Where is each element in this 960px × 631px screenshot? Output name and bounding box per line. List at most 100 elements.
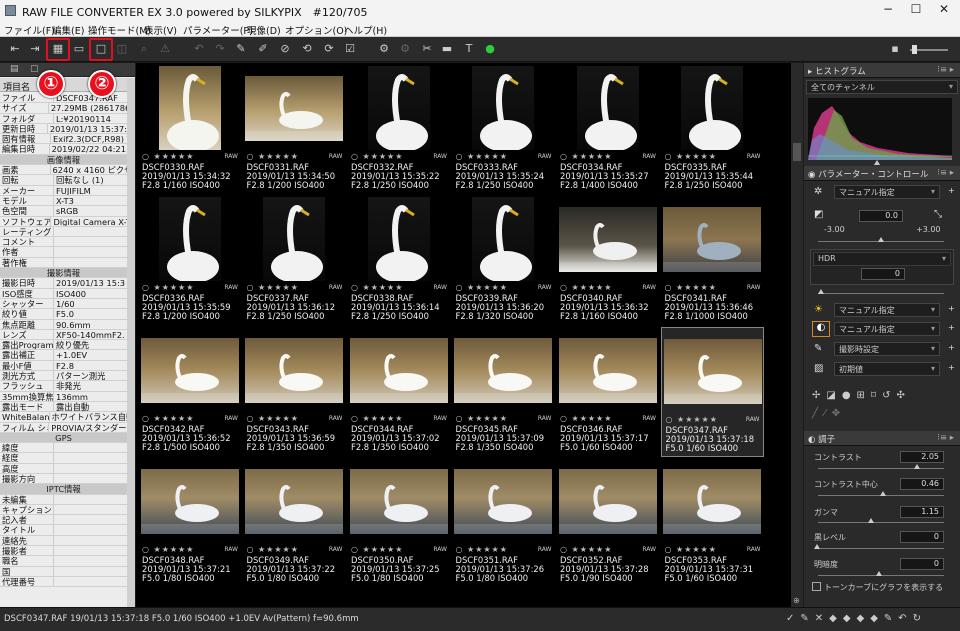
thumbnail-cell[interactable]: ○ ★★★★★ RAW DSCF0351.RAF 2019/01/13 15:37:2… <box>452 458 555 588</box>
gamma-knob[interactable] <box>868 518 874 523</box>
thumbnail-cell[interactable]: ○ ★★★★★ RAW DSCF0340.RAF 2019/01/13 15:36:3… <box>556 196 659 326</box>
gamma-value[interactable]: 1.15 <box>900 506 944 518</box>
exif-row[interactable]: 撮影方向 <box>0 473 127 485</box>
thumbnail-cell[interactable]: ○ ★★★★★ RAW DSCF0336.RAF 2019/01/13 15:35:5… <box>138 196 241 326</box>
thumbnail-cell[interactable]: ○ ★★★★★ RAW DSCF0339.RAF 2019/01/13 15:36:2… <box>452 196 555 326</box>
mark-icon[interactable]: ☑ <box>343 42 357 56</box>
exif-row[interactable]: 編集日時 2019/02/22 04:21:5 <box>0 144 127 155</box>
exif-section-header[interactable]: 画像情報 <box>0 154 127 166</box>
contrast-center-value[interactable]: 0.46 <box>900 478 944 490</box>
tool-icons-row[interactable]: ✢◪●⊞⌑↺✣ <box>812 390 958 404</box>
thumbnail-cell[interactable]: ○ ★★★★★ RAW DSCF0331.RAF 2019/01/13 15:34:5… <box>243 65 346 195</box>
exif-row[interactable]: 更新日時2019/01/13 15:37:18 <box>0 123 127 135</box>
batch-develop-icon[interactable]: ⚙ <box>398 42 412 56</box>
undo-icon[interactable]: ↶ <box>192 42 206 56</box>
nr-plus-icon[interactable]: + <box>948 363 955 372</box>
maximize-button[interactable]: ☐ <box>902 2 930 19</box>
rotate-left-icon[interactable]: ⟲ <box>300 42 314 56</box>
thumb-size-knob[interactable] <box>912 45 917 54</box>
exif-row[interactable]: 色空間 sRGB <box>0 206 127 217</box>
exposure-auto-icon[interactable]: ⤡ <box>934 209 942 220</box>
rotate-right-icon[interactable]: ⟳ <box>322 42 336 56</box>
exposure-knob[interactable] <box>878 237 884 242</box>
brightness-value[interactable]: 0 <box>900 558 944 570</box>
grid-scrollbar[interactable]: ⊕ <box>791 63 803 607</box>
brightness-knob[interactable] <box>876 571 882 576</box>
gamma-slider[interactable] <box>818 522 944 523</box>
display-icon[interactable]: ▬ <box>440 42 454 56</box>
menu-view[interactable]: 表示(V) <box>144 23 177 37</box>
thumbnail-cell[interactable]: ○ ★★★★★ RAW DSCF0347.RAF 2019/01/13 15:37:1… <box>660 327 764 457</box>
tone-header[interactable]: ◐ 調子 ⁝≡ ▸ <box>804 431 960 446</box>
menu-option[interactable]: オプション(O) <box>285 23 347 37</box>
exif-section-header[interactable]: 撮影情報 <box>0 268 127 279</box>
tone-select[interactable]: マニュアル指定 <box>834 322 940 336</box>
thumbnail-cell[interactable]: ○ ★★★★★ RAW DSCF0341.RAF 2019/01/13 15:36:4… <box>661 196 764 326</box>
exif-row[interactable]: 35mm換算焦 136mm <box>0 391 127 402</box>
exif-row[interactable]: 絞り値 F5.0 <box>0 309 127 320</box>
thumbnail-cell[interactable]: ○ ★★★★★ RAW DSCF0349.RAF 2019/01/13 15:37:2… <box>243 458 346 588</box>
preset-select[interactable]: マニュアル指定 <box>834 185 940 199</box>
menu-file[interactable]: ファイル(F) <box>4 23 55 37</box>
contrast-value[interactable]: 2.05 <box>900 451 944 463</box>
sharp-plus-icon[interactable]: + <box>948 343 955 352</box>
hdr-slider[interactable] <box>818 293 944 294</box>
hdr-select[interactable]: HDR <box>813 252 951 266</box>
exif-row[interactable]: 未編集 <box>0 494 127 505</box>
exif-row[interactable]: 固有情報 Exif2.3(DCF,R98) Y <box>0 134 127 145</box>
thumbnail-cell[interactable]: ○ ★★★★★ RAW DSCF0352.RAF 2019/01/13 15:37:2… <box>556 458 659 588</box>
exif-row[interactable]: 露出補正 +1.0EV <box>0 350 127 361</box>
exif-row[interactable]: 最小F値 F2.8 <box>0 360 127 372</box>
black-level-value[interactable]: 0 <box>900 531 944 543</box>
exif-row[interactable]: 画素 6240 x 4160 ピクセ <box>0 165 127 176</box>
exif-row[interactable]: レーティング <box>0 226 127 238</box>
tone-plus-icon[interactable]: + <box>948 323 955 332</box>
next-image-icon[interactable]: ⇥ <box>28 42 42 56</box>
status-icons[interactable]: ✓✎✕◆◆◆◆✎↶↻ <box>786 613 927 624</box>
thumbnail-cell[interactable]: ○ ★★★★★ RAW DSCF0345.RAF 2019/01/13 15:37:0… <box>452 327 555 457</box>
exif-row[interactable]: シャッター 1/60 <box>0 298 127 310</box>
tone-icon[interactable]: ◐ <box>812 321 830 337</box>
exif-row[interactable]: 焦点距離 90.6mm <box>0 319 127 330</box>
thumbnail-cell[interactable]: ○ ★★★★★ RAW DSCF0348.RAF 2019/01/13 15:37:2… <box>138 458 241 588</box>
hdr-knob[interactable] <box>818 289 824 294</box>
thumbnail-cell[interactable]: ○ ★★★★★ RAW DSCF0337.RAF 2019/01/13 15:36:1… <box>243 196 346 326</box>
exif-row[interactable]: 記入者 <box>0 515 127 526</box>
sharpness-select[interactable]: 撮影時設定 <box>834 342 940 356</box>
exif-row[interactable]: フィルム シミュレPROVIA/スタンダード <box>0 422 127 433</box>
exif-row[interactable]: フラッシュ 非発光 <box>0 381 127 392</box>
minimize-button[interactable]: − <box>874 2 902 19</box>
param-menu-icon[interactable]: ⁝≡ ▸ <box>937 168 954 178</box>
close-button[interactable]: ✕ <box>930 2 958 19</box>
redo-icon[interactable]: ↷ <box>213 42 227 56</box>
filmstrip-view-icon[interactable]: ▭ <box>72 42 86 56</box>
thumbnail-cell[interactable]: ○ ★★★★★ RAW DSCF0342.RAF 2019/01/13 15:36:5… <box>138 327 241 457</box>
eyedropper-icon[interactable]: ✎ <box>234 42 248 56</box>
scroll-corner-icon[interactable]: ⊕ <box>793 596 800 605</box>
thumbnail-cell[interactable]: ○ ★★★★★ RAW DSCF0334.RAF 2019/01/13 15:35:2… <box>556 65 659 195</box>
exif-row[interactable]: サイズ27.29MB (28617867 <box>0 103 127 114</box>
exif-row[interactable]: 代理番号 <box>0 576 127 588</box>
tone-curve-checkbox[interactable] <box>812 582 821 591</box>
wb-select[interactable]: マニュアル指定 <box>834 303 940 317</box>
exif-row[interactable]: モデル X-T3 <box>0 195 127 207</box>
thumbnail-cell[interactable]: ○ ★★★★★ RAW DSCF0353.RAF 2019/01/13 15:37:3… <box>661 458 764 588</box>
exif-row[interactable]: ソフトウェア Digital Camera X-T <box>0 216 127 227</box>
thumbnail-cell[interactable]: ○ ★★★★★ RAW DSCF0350.RAF 2019/01/13 15:37:2… <box>347 458 450 588</box>
ok-check-icon[interactable]: ● <box>483 42 497 56</box>
exif-row[interactable]: 作者 <box>0 247 127 258</box>
panel-menu-icon[interactable]: ⁝≡ ▸ <box>937 65 954 75</box>
menu-mode[interactable]: 操作モード(M) <box>88 23 151 37</box>
grid-scroll-thumb[interactable] <box>793 143 801 161</box>
exif-row[interactable]: 著作権 <box>0 257 127 269</box>
contrast-knob[interactable] <box>914 464 920 469</box>
black-level-slider[interactable] <box>818 548 944 549</box>
exif-row[interactable]: ISO感度 ISO400 <box>0 288 127 299</box>
clip-icon[interactable]: ✂ <box>420 42 434 56</box>
black-level-knob[interactable] <box>814 544 820 549</box>
warning-icon[interactable]: ⚠ <box>158 42 172 56</box>
exif-row[interactable]: レンズ XF50-140mmF2. <box>0 329 127 341</box>
info-tab-icon[interactable]: ▢ <box>30 64 39 74</box>
histogram-header[interactable]: ▸ ヒストグラム ⁝≡ ▸ <box>804 63 960 78</box>
exif-row[interactable]: タイトル <box>0 525 127 536</box>
